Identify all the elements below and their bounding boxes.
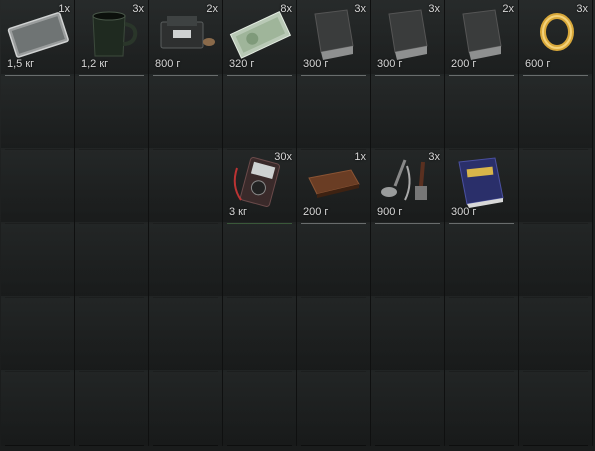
ring-icon bbox=[540, 13, 574, 51]
inventory-slot[interactable]: 2x 800 г bbox=[149, 0, 223, 76]
item-weight: 600 г bbox=[525, 58, 551, 70]
inventory-slot-empty[interactable] bbox=[297, 370, 371, 446]
item-weight: 300 г bbox=[451, 206, 477, 218]
item-quantity: 2x bbox=[206, 3, 218, 15]
inventory-slot-empty[interactable] bbox=[297, 222, 371, 298]
inventory-slot-empty[interactable] bbox=[371, 222, 445, 298]
inventory-slot-empty[interactable] bbox=[519, 222, 593, 298]
item-weight: 1,5 кг bbox=[7, 58, 35, 70]
item-weight: 3 кг bbox=[229, 206, 247, 218]
inventory-slot-empty[interactable] bbox=[297, 74, 371, 150]
item-quantity: 1x bbox=[58, 3, 70, 15]
item-weight: 320 г bbox=[229, 58, 255, 70]
inventory-slot-empty[interactable] bbox=[223, 370, 297, 446]
multimeter-icon bbox=[233, 157, 281, 207]
banknotes-icon bbox=[229, 11, 292, 59]
inventory-slot[interactable]: 8x 320 г bbox=[223, 0, 297, 76]
inventory-slot-empty[interactable] bbox=[149, 74, 223, 150]
inventory-slot-empty[interactable] bbox=[223, 222, 297, 298]
inventory-slot[interactable]: 2x 200 г bbox=[445, 0, 519, 76]
inventory-slot-empty[interactable] bbox=[297, 296, 371, 372]
inventory-slot-empty[interactable] bbox=[1, 74, 75, 150]
item-quantity: 3x bbox=[428, 3, 440, 15]
item-weight: 300 г bbox=[303, 58, 329, 70]
item-quantity: 8x bbox=[280, 3, 292, 15]
inventory-slot-empty[interactable] bbox=[371, 74, 445, 150]
box-icon bbox=[314, 9, 354, 60]
inventory-slot-empty[interactable] bbox=[445, 370, 519, 446]
inventory-slot-empty[interactable] bbox=[149, 370, 223, 446]
item-weight: 200 г bbox=[451, 58, 477, 70]
item-quantity: 3x bbox=[354, 3, 366, 15]
inventory-slot-empty[interactable] bbox=[1, 370, 75, 446]
mug-icon bbox=[92, 11, 138, 57]
item-weight: 900 г bbox=[377, 206, 403, 218]
inventory-slot[interactable]: 30x 3 кг bbox=[223, 148, 297, 224]
box-icon bbox=[388, 9, 428, 60]
item-quantity: 1x bbox=[354, 151, 366, 163]
inventory-slot[interactable]: 3x 600 г bbox=[519, 0, 593, 76]
item-weight: 1,2 кг bbox=[81, 58, 109, 70]
inventory-slot-empty[interactable] bbox=[149, 296, 223, 372]
item-quantity: 3x bbox=[576, 3, 588, 15]
kitchen-utensils-icon bbox=[381, 159, 427, 201]
inventory-slot-empty[interactable] bbox=[223, 74, 297, 150]
inventory-slot-empty[interactable] bbox=[223, 296, 297, 372]
inventory-slot-empty[interactable] bbox=[75, 74, 149, 150]
inventory-slot-empty[interactable] bbox=[445, 296, 519, 372]
inventory-slot-empty[interactable] bbox=[75, 370, 149, 446]
book-icon bbox=[458, 157, 504, 208]
inventory-slot[interactable]: 3x 1,2 кг bbox=[75, 0, 149, 76]
inventory-slot[interactable]: 3x 300 г bbox=[371, 0, 445, 76]
wallet-icon bbox=[308, 169, 360, 198]
tablet-icon bbox=[7, 12, 69, 58]
item-quantity: 30x bbox=[274, 151, 292, 163]
inventory-slot[interactable]: 300 г bbox=[445, 148, 519, 224]
item-weight: 300 г bbox=[377, 58, 403, 70]
radio-device-icon bbox=[160, 16, 215, 49]
inventory-slot[interactable]: 3x 300 г bbox=[297, 0, 371, 76]
inventory-slot-empty[interactable] bbox=[1, 148, 75, 224]
inventory-slot-empty[interactable] bbox=[75, 296, 149, 372]
inventory-slot-empty[interactable] bbox=[149, 222, 223, 298]
inventory-slot-empty[interactable] bbox=[75, 222, 149, 298]
inventory-slot[interactable]: 3x 900 г bbox=[371, 148, 445, 224]
inventory-slot-empty[interactable] bbox=[75, 148, 149, 224]
inventory-slot-empty[interactable] bbox=[519, 148, 593, 224]
item-quantity: 3x bbox=[428, 151, 440, 163]
item-weight: 200 г bbox=[303, 206, 329, 218]
inventory-slot-empty[interactable] bbox=[1, 296, 75, 372]
item-quantity: 3x bbox=[132, 3, 144, 15]
inventory-slot-empty[interactable] bbox=[445, 74, 519, 150]
inventory-slot[interactable]: 1x 1,5 кг bbox=[1, 0, 75, 76]
item-quantity: 2x bbox=[502, 3, 514, 15]
inventory-slot-empty[interactable] bbox=[519, 296, 593, 372]
inventory-slot[interactable]: 1x 200 г bbox=[297, 148, 371, 224]
inventory-slot-empty[interactable] bbox=[149, 148, 223, 224]
inventory-slot-empty[interactable] bbox=[371, 370, 445, 446]
inventory-slot-empty[interactable] bbox=[371, 296, 445, 372]
inventory-grid: 1x 1,5 кг 3x 1,2 кг 2x 800 г 8x 320 г 3x… bbox=[0, 0, 595, 451]
item-weight: 800 г bbox=[155, 58, 181, 70]
box-icon bbox=[462, 9, 502, 60]
inventory-slot-empty[interactable] bbox=[519, 370, 593, 446]
inventory-slot-empty[interactable] bbox=[519, 74, 593, 150]
inventory-slot-empty[interactable] bbox=[445, 222, 519, 298]
inventory-slot-empty[interactable] bbox=[1, 222, 75, 298]
